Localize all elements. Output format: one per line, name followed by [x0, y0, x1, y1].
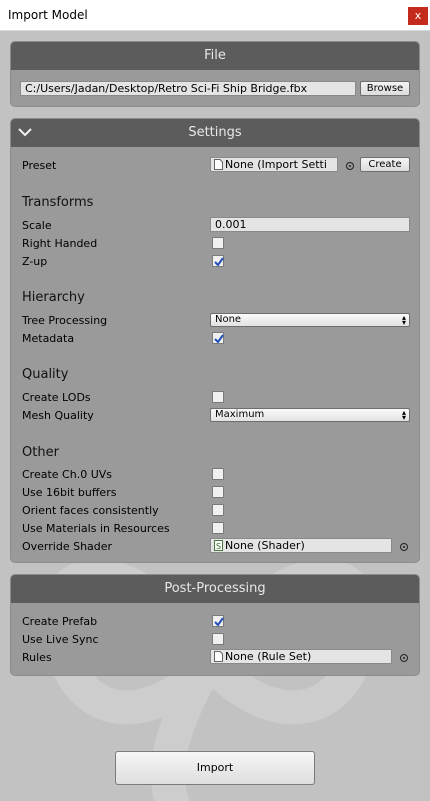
file-header-title: File [204, 48, 226, 63]
quality-title: Quality [22, 367, 69, 382]
hierarchy-title: Hierarchy [22, 290, 85, 305]
settings-panel: Settings Preset None (Import Setti Creat… [10, 118, 420, 563]
create-uvs-label: Create Ch.0 UVs [22, 468, 112, 481]
override-shader-label: Override Shader [22, 540, 113, 553]
rules-field[interactable]: None (Rule Set) [210, 649, 392, 664]
orient-faces-checkbox[interactable] [212, 504, 224, 516]
post-processing-header-title: Post-Processing [164, 581, 266, 596]
rules-value: None (Rule Set) [225, 650, 312, 663]
use-16bit-label: Use 16bit buffers [22, 486, 117, 499]
scale-label: Scale [22, 219, 52, 232]
dropdown-arrows-icon: ▴ ▾ [401, 313, 406, 327]
script-icon: S [214, 540, 223, 551]
create-uvs-checkbox[interactable] [212, 468, 224, 480]
override-shader-value: None (Shader) [225, 539, 305, 552]
override-shader-field[interactable]: S None (Shader) [210, 538, 392, 553]
chevron-down-icon[interactable] [17, 126, 33, 138]
svg-text:S: S [216, 542, 221, 551]
mesh-quality-value: Maximum [215, 409, 265, 420]
orient-faces-label: Orient faces consistently [22, 504, 159, 517]
mesh-quality-dropdown[interactable]: Maximum ▴ ▾ [210, 408, 410, 422]
post-processing-panel: Post-Processing Create Prefab Use Live S… [10, 574, 420, 676]
file-header: File [11, 42, 419, 70]
rules-picker-icon[interactable] [400, 654, 408, 662]
create-prefab-checkbox[interactable] [212, 615, 224, 627]
scale-input[interactable]: 0.001 [210, 217, 410, 232]
close-button[interactable]: x [408, 7, 428, 25]
use-materials-checkbox[interactable] [212, 522, 224, 534]
close-icon: x [414, 9, 422, 22]
document-icon [214, 159, 223, 170]
import-button[interactable]: Import [115, 751, 315, 785]
file-panel: File C:/Users/Jadan/Desktop/Retro Sci-Fi… [10, 41, 420, 107]
settings-header-title: Settings [188, 125, 242, 140]
transforms-title: Transforms [22, 195, 94, 210]
preset-value: None (Import Setti [225, 158, 327, 171]
title-bar: Import Model x [0, 0, 430, 31]
shader-picker-icon[interactable] [400, 543, 408, 551]
tree-processing-value: None [215, 314, 242, 325]
preset-field[interactable]: None (Import Setti [210, 157, 338, 172]
right-handed-checkbox[interactable] [212, 237, 224, 249]
post-processing-header: Post-Processing [11, 575, 419, 603]
checkmark-icon [214, 334, 224, 344]
live-sync-label: Use Live Sync [22, 633, 99, 646]
tree-processing-dropdown[interactable]: None ▴ ▾ [210, 313, 410, 327]
use-materials-label: Use Materials in Resources [22, 522, 170, 535]
preset-label: Preset [22, 159, 57, 172]
use-16bit-checkbox[interactable] [212, 486, 224, 498]
dropdown-arrows-icon: ▴ ▾ [401, 408, 406, 422]
metadata-checkbox[interactable] [212, 332, 224, 344]
rules-label: Rules [22, 651, 52, 664]
create-lods-checkbox[interactable] [212, 391, 224, 403]
preset-create-button[interactable]: Create [360, 157, 410, 172]
create-lods-label: Create LODs [22, 391, 91, 404]
create-prefab-label: Create Prefab [22, 615, 98, 628]
document-icon [214, 651, 223, 662]
checkmark-icon [214, 617, 224, 627]
window-content: File C:/Users/Jadan/Desktop/Retro Sci-Fi… [0, 31, 430, 801]
mesh-quality-label: Mesh Quality [22, 409, 94, 422]
zup-label: Z-up [22, 255, 48, 268]
file-path-field[interactable]: C:/Users/Jadan/Desktop/Retro Sci-Fi Ship… [20, 81, 356, 96]
zup-checkbox[interactable] [212, 255, 224, 267]
window-title: Import Model [8, 8, 88, 22]
other-title: Other [22, 445, 59, 460]
settings-header[interactable]: Settings [11, 119, 419, 147]
metadata-label: Metadata [22, 332, 75, 345]
right-handed-label: Right Handed [22, 237, 98, 250]
checkmark-icon [214, 257, 224, 267]
tree-processing-label: Tree Processing [22, 314, 108, 327]
live-sync-checkbox[interactable] [212, 633, 224, 645]
browse-button[interactable]: Browse [360, 81, 410, 96]
preset-picker-icon[interactable] [346, 162, 354, 170]
